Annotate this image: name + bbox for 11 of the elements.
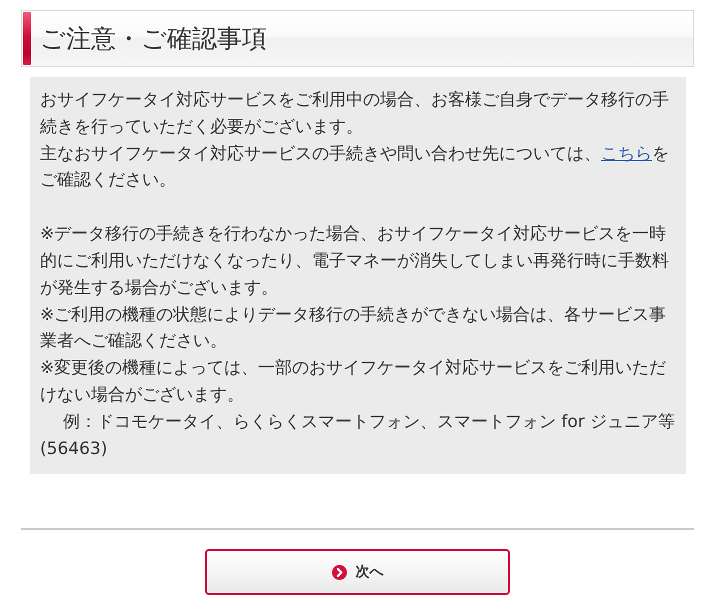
notice-text: 主なおサイフケータイ対応サービスの手続きや問い合わせ先については、こちら をご確認ください。 (40, 142, 670, 192)
accent-bar (23, 12, 31, 65)
notice-text: ※データ移行の手続きを行わなかった場合、おサイフケータイ対応サービスを一時的にご利用いただけなくなったり、電子マネーが消失してしまい再発行時に手数料が発生する場合がございます。 (40, 223, 670, 300)
notice-text: おサイフケータイ対応サービスをご利用中の場合、お客様ご自身でデータ移行の手続きを行っていただく必要がございます。 (40, 89, 670, 139)
chevron-circle-icon (332, 564, 346, 580)
notice-text: ※変更後の機種によっては、一部のおサイフケータイ対応サービスをご利用いただけない場合がございます。 (40, 357, 668, 407)
section-title: ご注意・ご確認事項 (40, 24, 267, 54)
notice-text: ※ご利用の機種の状態によりデータ移行の手続きができない場合は、各サービス事業者へご確認ください。 (40, 304, 668, 354)
example-text: 例：ドコモケータイ、らくらくスマートフォン、スマートフォン for ジュニア等(56463) (40, 410, 676, 461)
next-button[interactable]: 次へ (205, 549, 510, 596)
inline-link[interactable]: こちら (601, 144, 652, 164)
